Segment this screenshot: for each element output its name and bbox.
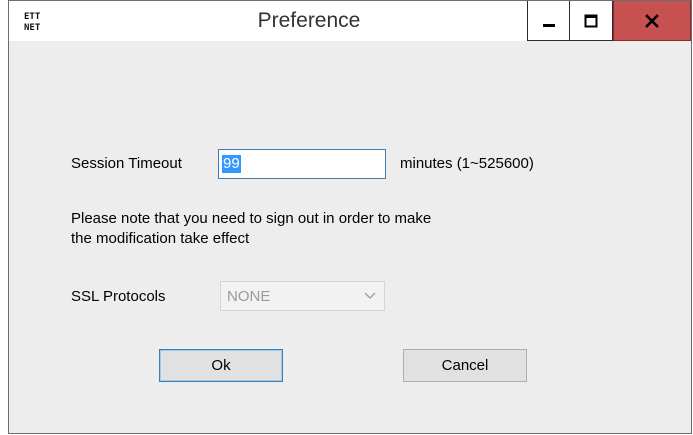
session-timeout-label: Session Timeout: [71, 155, 182, 172]
close-icon: [645, 13, 659, 28]
session-timeout-value: 99: [222, 155, 241, 173]
window-title: Preference: [257, 9, 361, 32]
title-bar[interactable]: ETT NET Preference: [9, 1, 691, 41]
sign-out-note-line1: Please note that you need to sign out in…: [71, 210, 432, 227]
maximize-button[interactable]: [570, 1, 613, 41]
ok-button[interactable]: Ok: [159, 349, 283, 382]
minimize-icon: [542, 23, 555, 27]
ssl-protocols-label: SSL Protocols: [71, 288, 166, 305]
session-timeout-input[interactable]: 99: [218, 149, 386, 179]
chevron-down-icon: [364, 292, 376, 299]
minimize-button[interactable]: [527, 1, 570, 41]
close-button[interactable]: [613, 1, 691, 41]
session-timeout-unit-hint: minutes (1~525600): [400, 155, 534, 172]
ssl-protocols-selected-value: NONE: [227, 288, 271, 305]
sign-out-note-line2: the modification take effect: [71, 230, 250, 247]
preference-window: ETT NET Preference Session Timeout 99 mi…: [8, 0, 692, 434]
maximize-icon: [584, 14, 598, 27]
ssl-protocols-select[interactable]: NONE: [220, 281, 385, 311]
cancel-button[interactable]: Cancel: [403, 349, 527, 382]
sign-out-note: Please note that you need to sign out in…: [71, 209, 531, 249]
